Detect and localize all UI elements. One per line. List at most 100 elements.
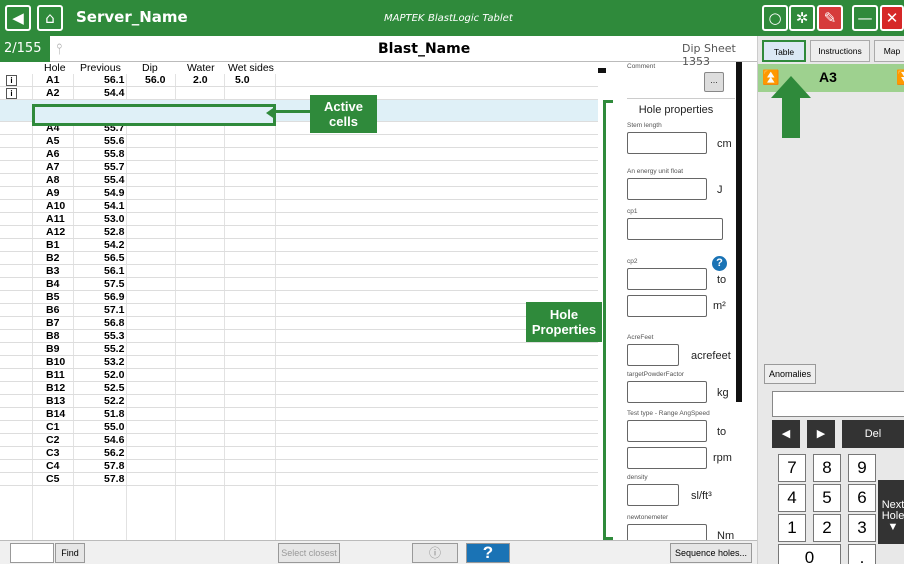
- cell-hole[interactable]: B5: [46, 291, 59, 304]
- cell-previous[interactable]: 54.2: [104, 239, 124, 252]
- prop-input[interactable]: [627, 132, 707, 154]
- tools-icon[interactable]: ✎: [817, 5, 843, 31]
- key-9[interactable]: 9: [848, 454, 876, 482]
- cell-hole[interactable]: A1: [46, 74, 59, 87]
- cell-previous[interactable]: 55.2: [104, 343, 124, 356]
- table-row[interactable]: A7 55.7: [0, 161, 598, 174]
- cell-previous[interactable]: 53.2: [104, 356, 124, 369]
- drill-icon[interactable]: ⫯: [56, 40, 63, 58]
- prop-input[interactable]: [627, 218, 723, 240]
- cell-previous[interactable]: 57.1: [104, 304, 124, 317]
- prop-input-max[interactable]: [627, 295, 707, 317]
- cell-previous[interactable]: 52.8: [104, 226, 124, 239]
- table-row[interactable]: C3 56.2: [0, 447, 598, 460]
- key-4[interactable]: 4: [778, 484, 806, 512]
- cell-previous[interactable]: 55.4: [104, 174, 124, 187]
- table-scroll-marker[interactable]: [598, 68, 606, 73]
- prop-input-max[interactable]: [627, 447, 707, 469]
- cell-previous[interactable]: 51.8: [104, 408, 124, 421]
- cell-hole[interactable]: B1: [46, 239, 59, 252]
- left-arrow-key[interactable]: ◀: [772, 420, 800, 448]
- table-row[interactable]: C2 54.6: [0, 434, 598, 447]
- key-decimal[interactable]: .: [848, 544, 876, 564]
- comment-button[interactable]: ...: [704, 72, 724, 92]
- table-row[interactable]: A9 54.9: [0, 187, 598, 200]
- cell-hole[interactable]: B11: [46, 369, 65, 382]
- key-3[interactable]: 3: [848, 514, 876, 542]
- anomalies-button[interactable]: Anomalies: [764, 364, 816, 384]
- cell-previous[interactable]: 56.9: [104, 291, 124, 304]
- key-6[interactable]: 6: [848, 484, 876, 512]
- prop-input[interactable]: [627, 381, 707, 403]
- cell-previous[interactable]: 54.6: [104, 434, 124, 447]
- cell-hole[interactable]: A2: [46, 87, 59, 100]
- table-row[interactable]: B12 52.5: [0, 382, 598, 395]
- prop-input[interactable]: [627, 268, 707, 290]
- info-button[interactable]: ⓘ: [412, 543, 458, 563]
- help-button[interactable]: ?: [466, 543, 510, 563]
- find-input[interactable]: [10, 543, 54, 563]
- sequence-holes-button[interactable]: Sequence holes...: [670, 543, 752, 563]
- table-row[interactable]: B13 52.2: [0, 395, 598, 408]
- table-row[interactable]: B4 57.5: [0, 278, 598, 291]
- cell-previous[interactable]: 56.8: [104, 317, 124, 330]
- help-icon[interactable]: ?: [712, 256, 727, 271]
- info-icon[interactable]: i: [6, 75, 17, 86]
- table-row[interactable]: B1 54.2: [0, 239, 598, 252]
- table-row[interactable]: B11 52.0: [0, 369, 598, 382]
- tab-instructions[interactable]: Instructions: [810, 40, 870, 62]
- key-0[interactable]: 0: [778, 544, 841, 564]
- cell-previous[interactable]: 56.5: [104, 252, 124, 265]
- active-cells[interactable]: [32, 104, 276, 126]
- close-icon[interactable]: ✕: [880, 5, 904, 31]
- cell-hole[interactable]: A10: [46, 200, 65, 213]
- cell-hole[interactable]: B12: [46, 382, 65, 395]
- cell-hole[interactable]: B7: [46, 317, 59, 330]
- prop-input[interactable]: [627, 484, 679, 506]
- settings-icon[interactable]: ✲: [789, 5, 815, 31]
- home-icon[interactable]: ⌂: [37, 5, 63, 31]
- cell-previous[interactable]: 55.7: [104, 161, 124, 174]
- next-hole-icon[interactable]: ⏬: [896, 69, 904, 86]
- cell-previous[interactable]: 55.3: [104, 330, 124, 343]
- sync-icon[interactable]: ○: [762, 5, 788, 31]
- cell-hole[interactable]: C1: [46, 421, 59, 434]
- prop-input[interactable]: [627, 178, 707, 200]
- cell-previous[interactable]: 54.1: [104, 200, 124, 213]
- table-row[interactable]: B2 56.5: [0, 252, 598, 265]
- select-closest-button[interactable]: Select closest: [278, 543, 340, 563]
- cell-hole[interactable]: A9: [46, 187, 59, 200]
- cell-previous[interactable]: 53.0: [104, 213, 124, 226]
- cell-water[interactable]: 2.0: [193, 74, 208, 87]
- minimize-icon[interactable]: —: [852, 5, 878, 31]
- table-row[interactable]: C4 57.8: [0, 460, 598, 473]
- cell-hole[interactable]: B3: [46, 265, 59, 278]
- right-arrow-key[interactable]: ▶: [807, 420, 835, 448]
- cell-hole[interactable]: A12: [46, 226, 65, 239]
- prop-input[interactable]: [627, 344, 679, 366]
- cell-previous[interactable]: 57.5: [104, 278, 124, 291]
- cell-hole[interactable]: A8: [46, 174, 59, 187]
- table-row[interactable]: B10 53.2: [0, 356, 598, 369]
- cell-hole[interactable]: A7: [46, 161, 59, 174]
- cell-hole[interactable]: A11: [46, 213, 65, 226]
- cell-hole[interactable]: B2: [46, 252, 59, 265]
- cell-previous[interactable]: 52.5: [104, 382, 124, 395]
- tab-map[interactable]: Map: [874, 40, 904, 62]
- table-row[interactable]: B6 57.1: [0, 304, 598, 317]
- next-hole-key[interactable]: Next Hole ▼: [878, 480, 904, 544]
- cell-previous[interactable]: 52.2: [104, 395, 124, 408]
- table-row[interactable]: C5 57.8: [0, 473, 598, 486]
- keypad-input[interactable]: [772, 391, 904, 417]
- cell-previous[interactable]: 55.0: [104, 421, 124, 434]
- cell-hole[interactable]: B4: [46, 278, 59, 291]
- delete-key[interactable]: Del: [842, 420, 904, 448]
- cell-hole[interactable]: B10: [46, 356, 65, 369]
- table-row[interactable]: A8 55.4: [0, 174, 598, 187]
- table-row[interactable]: A5 55.6: [0, 135, 598, 148]
- cell-previous[interactable]: 56.2: [104, 447, 124, 460]
- cell-hole[interactable]: B9: [46, 343, 59, 356]
- cell-previous[interactable]: 55.6: [104, 135, 124, 148]
- table-row[interactable]: A12 52.8: [0, 226, 598, 239]
- table-row[interactable]: i A1 56.1 56.0 2.0 5.0: [0, 74, 598, 87]
